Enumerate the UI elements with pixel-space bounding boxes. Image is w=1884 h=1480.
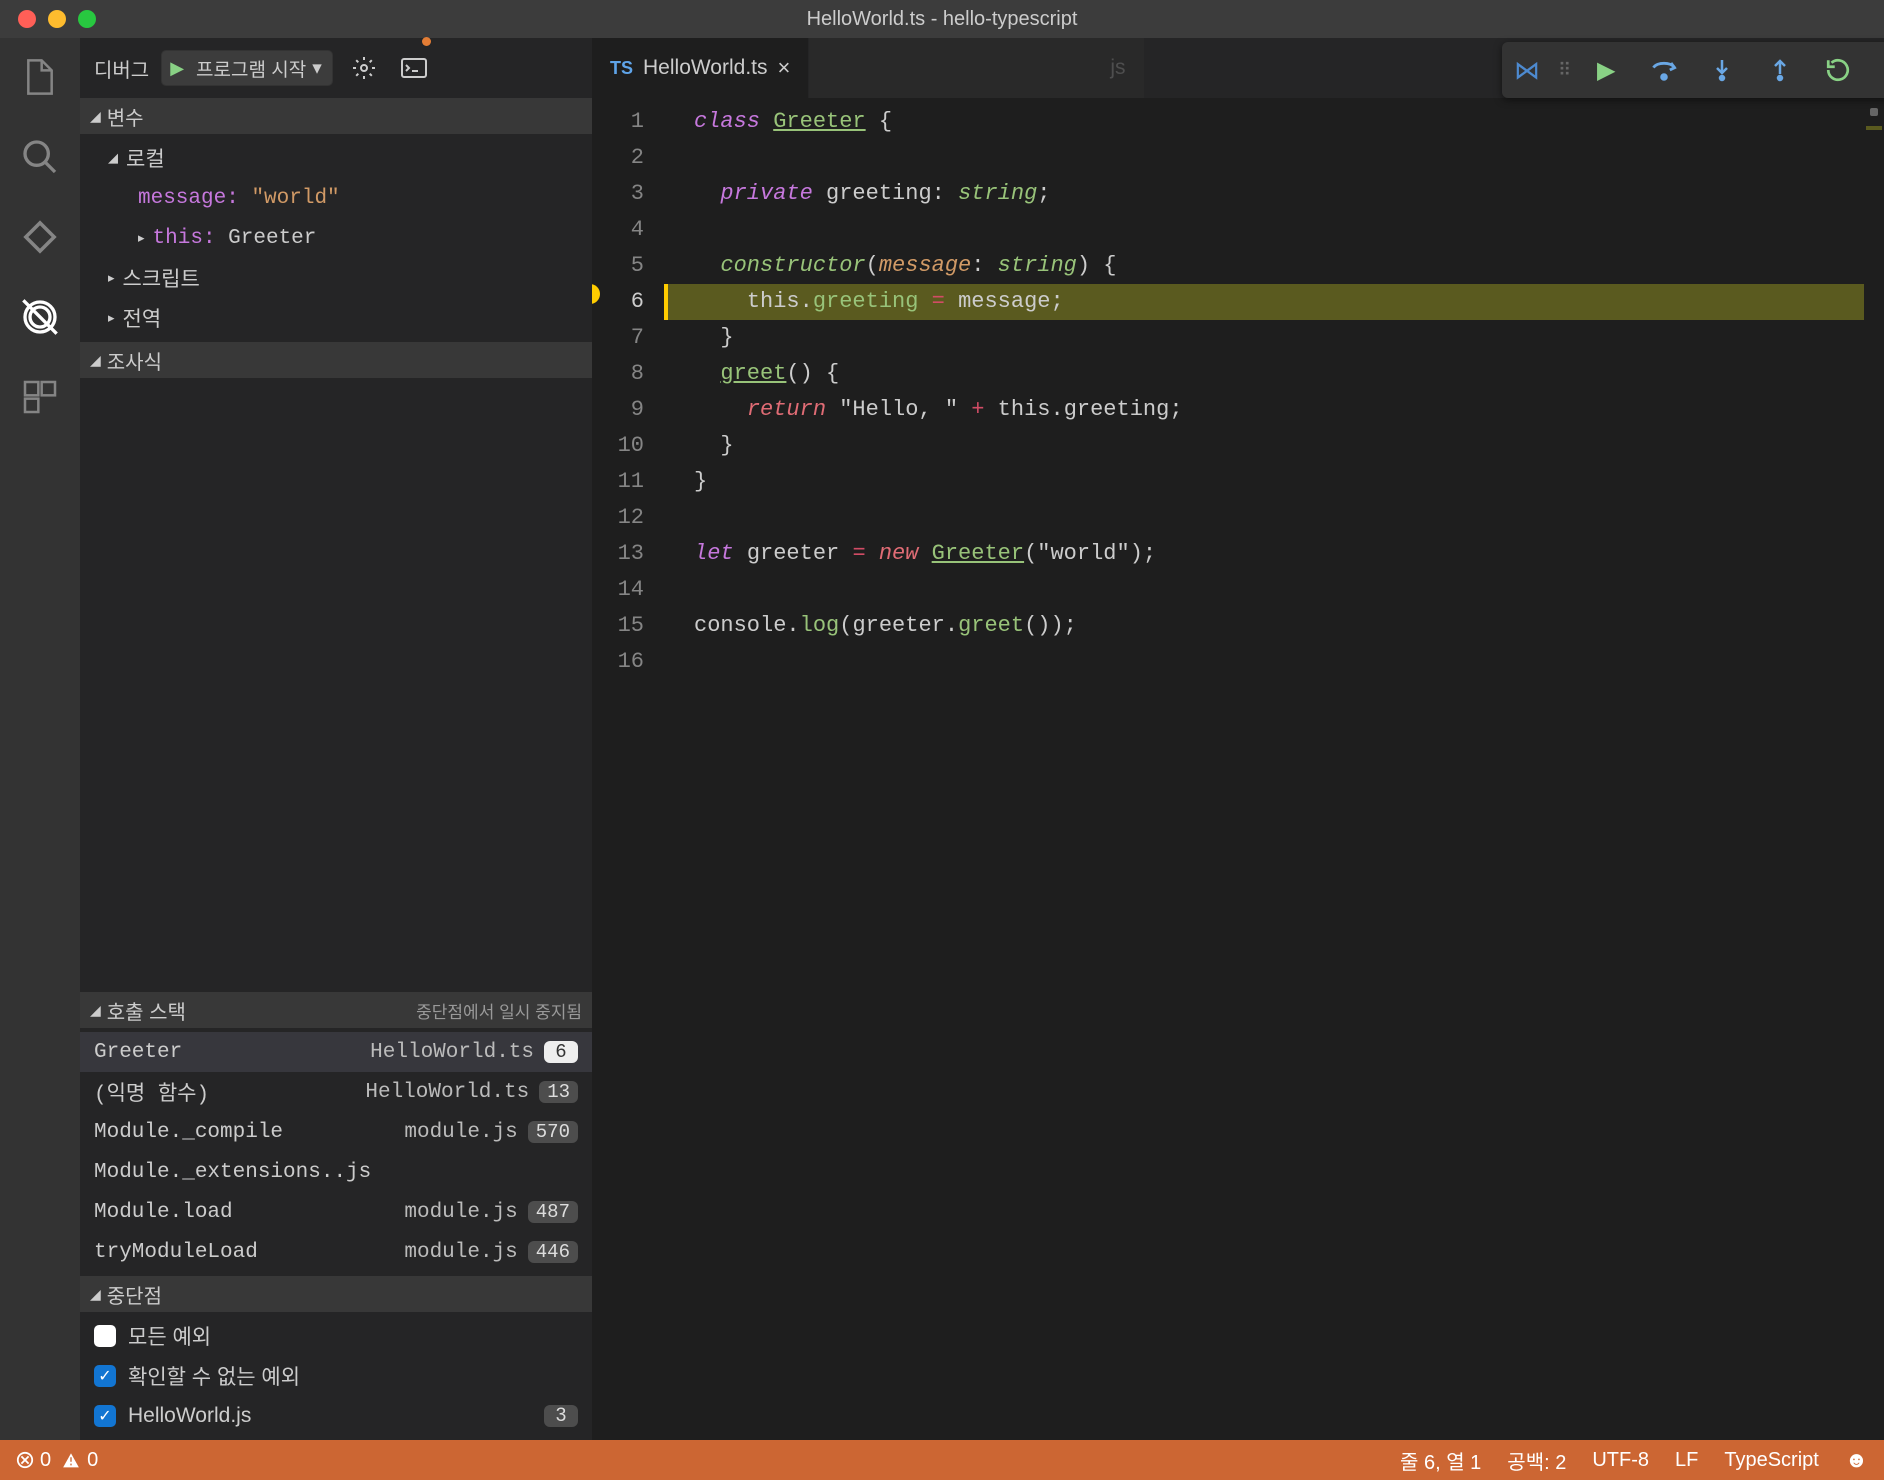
activity-bar	[0, 38, 80, 1440]
editor-tab-hidden[interactable]: xxxxxxxxxxxxxxxxxxxxxxxxxxjs	[809, 38, 1144, 98]
watch-title: 조사식	[107, 346, 162, 375]
code-editor[interactable]: 12345678910111213141516 class Greeter { …	[592, 98, 1884, 1440]
traffic-lights	[0, 10, 96, 28]
breakpoint-row[interactable]: ✓HelloWorld.js3	[80, 1396, 592, 1436]
restart-button[interactable]	[1818, 50, 1858, 90]
chevron-right-icon: ▸	[108, 311, 115, 326]
grip-icon[interactable]: ⠿	[1558, 60, 1568, 81]
callstack-section: ◢ 호출 스택 중단점에서 일시 중지됨 GreeterHelloWorld.t…	[80, 992, 592, 1276]
tab-filename: HelloWorld.ts	[643, 56, 767, 80]
start-debug-dropdown[interactable]: ▶ 프로그램 시작 ▾	[161, 50, 333, 86]
warnings-count[interactable]: 0	[61, 1449, 98, 1472]
checkbox[interactable]: ✓	[94, 1405, 116, 1427]
debug-console-icon[interactable]	[395, 49, 433, 87]
watch-header[interactable]: ◢ 조사식	[80, 342, 592, 378]
ts-file-icon: TS	[610, 58, 633, 79]
continue-button[interactable]: ▶	[1586, 50, 1626, 90]
gear-icon[interactable]	[345, 49, 383, 87]
explorer-icon[interactable]	[19, 56, 61, 98]
variables-section: ◢ 변수 ◢ 로컬 message: "world" ▸ this: Greet…	[80, 98, 592, 342]
checkbox[interactable]: ✓	[94, 1365, 116, 1387]
callstack-row[interactable]: Module.loadmodule.js487	[80, 1192, 592, 1232]
status-bar: 0 0 줄 6, 열 1 공백: 2 UTF-8 LF TypeScript ☻	[0, 1440, 1884, 1480]
extensions-icon[interactable]	[19, 376, 61, 418]
chevron-down-icon: ◢	[90, 352, 101, 369]
step-over-button[interactable]	[1644, 50, 1684, 90]
close-window-button[interactable]	[18, 10, 36, 28]
step-into-button[interactable]	[1702, 50, 1742, 90]
debug-icon[interactable]	[19, 296, 61, 338]
editor-tab-active[interactable]: TS HelloWorld.ts ×	[592, 38, 809, 98]
dropdown-icon: ▾	[312, 57, 322, 80]
close-tab-icon[interactable]: ×	[778, 55, 791, 81]
chevron-down-icon: ◢	[90, 1002, 101, 1019]
line-gutter: 12345678910111213141516	[592, 98, 664, 1440]
callstack-row[interactable]: (익명 함수)HelloWorld.ts13	[80, 1072, 592, 1112]
cursor-position[interactable]: 줄 6, 열 1	[1400, 1446, 1481, 1475]
scope-scripts[interactable]: ▸ 스크립트	[80, 258, 592, 298]
variables-header[interactable]: ◢ 변수	[80, 98, 592, 134]
encoding[interactable]: UTF-8	[1592, 1449, 1649, 1472]
chevron-down-icon: ◢	[108, 151, 118, 166]
breakpoint-row[interactable]: 모든 예외	[80, 1316, 592, 1356]
maximize-window-button[interactable]	[78, 10, 96, 28]
callstack-row[interactable]: tryModuleLoadmodule.js446	[80, 1232, 592, 1272]
source-control-icon[interactable]	[19, 216, 61, 258]
debug-sidebar: 디버그 ▶ 프로그램 시작 ▾ ◢ 변수 ◢ 로컬	[80, 38, 592, 1440]
checkbox[interactable]	[94, 1325, 116, 1347]
feedback-icon[interactable]: ☻	[1845, 1447, 1868, 1473]
scope-global[interactable]: ▸ 전역	[80, 298, 592, 338]
step-out-button[interactable]	[1760, 50, 1800, 90]
callstack-title: 호출 스택	[107, 996, 186, 1025]
chevron-down-icon: ◢	[90, 1286, 101, 1303]
variable-row[interactable]: ▸ this: Greeter	[80, 218, 592, 258]
callstack-row[interactable]: Module._extensions..js	[80, 1152, 592, 1192]
minimize-window-button[interactable]	[48, 10, 66, 28]
chevron-down-icon: ◢	[90, 108, 101, 125]
debug-sidebar-header: 디버그 ▶ 프로그램 시작 ▾	[80, 38, 592, 98]
watch-section: ◢ 조사식	[80, 342, 592, 992]
debug-config-name: 프로그램 시작	[196, 55, 306, 82]
debug-toolbar[interactable]: ⋈ ⠿ ▶	[1502, 42, 1884, 98]
breakpoint-row[interactable]: ✓확인할 수 없는 예외	[80, 1356, 592, 1396]
scope-local[interactable]: ◢ 로컬	[80, 138, 592, 178]
language-mode[interactable]: TypeScript	[1724, 1449, 1818, 1472]
callstack-row[interactable]: Module._compilemodule.js570	[80, 1112, 592, 1152]
breakpoints-section: ◢ 중단점 모든 예외✓확인할 수 없는 예외✓HelloWorld.js3	[80, 1276, 592, 1440]
title-bar: HelloWorld.ts - hello-typescript	[0, 0, 1884, 38]
variables-title: 변수	[107, 102, 144, 131]
code-lines[interactable]: class Greeter { private greeting: string…	[664, 98, 1884, 1440]
chevron-right-icon: ▸	[108, 271, 115, 286]
callstack-header[interactable]: ◢ 호출 스택 중단점에서 일시 중지됨	[80, 992, 592, 1028]
search-icon[interactable]	[19, 136, 61, 178]
scrollbar[interactable]	[1864, 98, 1884, 1440]
vscode-icon: ⋈	[1514, 55, 1540, 86]
variable-row[interactable]: message: "world"	[80, 178, 592, 218]
play-icon: ▶	[162, 58, 192, 79]
editor-area: TS HelloWorld.ts × xxxxxxxxxxxxxxxxxxxxx…	[592, 38, 1884, 1440]
eol[interactable]: LF	[1675, 1449, 1698, 1472]
window-title: HelloWorld.ts - hello-typescript	[807, 8, 1078, 31]
watch-body	[80, 378, 592, 992]
breakpoints-title: 중단점	[107, 1280, 162, 1309]
callstack-status: 중단점에서 일시 중지됨	[416, 998, 582, 1023]
chevron-right-icon: ▸	[138, 231, 145, 246]
errors-count[interactable]: 0	[16, 1449, 51, 1472]
stop-button[interactable]	[1876, 50, 1884, 90]
callstack-row[interactable]: GreeterHelloWorld.ts6	[80, 1032, 592, 1072]
sidebar-title: 디버그	[94, 54, 149, 83]
indentation[interactable]: 공백: 2	[1507, 1446, 1566, 1475]
breakpoints-header[interactable]: ◢ 중단점	[80, 1276, 592, 1312]
